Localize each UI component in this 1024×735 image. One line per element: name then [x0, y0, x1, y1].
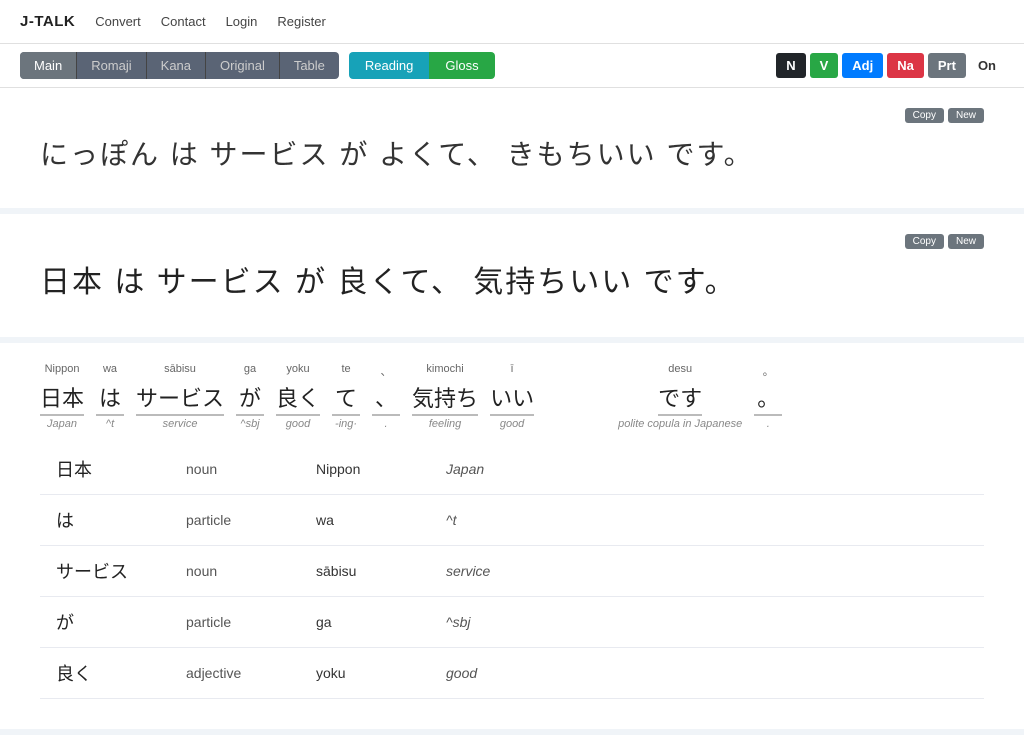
word-gloss: service — [430, 545, 984, 596]
word-romaji: ga — [300, 596, 430, 647]
new-btn-2[interactable]: New — [948, 234, 984, 249]
view-tabs: Main Romaji Kana Original Table — [20, 52, 339, 79]
kanji-section: Copy New 日本 は サービス が 良くて、 気持ちいい です。 — [0, 214, 1024, 343]
word-gloss: ^t — [430, 494, 984, 545]
token-sabisu: sābisu サービス service — [136, 363, 224, 436]
token-spacer — [546, 371, 606, 436]
tab-romaji[interactable]: Romaji — [77, 52, 146, 79]
word-pos: particle — [170, 596, 300, 647]
token-comma: 、 、 . — [372, 363, 400, 436]
table-row: 良く adjective yoku good — [40, 647, 984, 698]
mode-reading[interactable]: Reading — [349, 52, 429, 79]
nav-login[interactable]: Login — [226, 14, 258, 29]
word-kanji: が — [40, 596, 170, 647]
token-wa: wa は ^t — [96, 363, 124, 436]
pos-adj-btn[interactable]: Adj — [842, 53, 883, 78]
tab-original[interactable]: Original — [206, 52, 280, 79]
kanji-text: 日本 は サービス が 良くて、 気持ちいい です。 — [40, 259, 984, 307]
table-row: が particle ga ^sbj — [40, 596, 984, 647]
word-pos: particle — [170, 494, 300, 545]
new-btn-1[interactable]: New — [948, 108, 984, 123]
token-kimochi: kimochi 気持ち feeling — [412, 363, 478, 436]
word-pos: noun — [170, 444, 300, 495]
copy-btn-2[interactable]: Copy — [905, 234, 944, 249]
copy-row-1: Copy New — [40, 108, 984, 123]
word-gloss: good — [430, 647, 984, 698]
table-row: 日本 noun Nippon Japan — [40, 444, 984, 495]
nav-register[interactable]: Register — [277, 14, 325, 29]
toolbar: Main Romaji Kana Original Table Reading … — [0, 44, 1024, 88]
pos-na-btn[interactable]: Na — [887, 53, 924, 78]
word-kanji: 日本 — [40, 444, 170, 495]
token-te: te て -ing· — [332, 363, 360, 436]
pos-verb-btn[interactable]: V — [810, 53, 839, 78]
pos-on-btn[interactable]: On — [970, 53, 1004, 78]
word-pos: adjective — [170, 647, 300, 698]
tab-kana[interactable]: Kana — [147, 52, 206, 79]
table-row: は particle wa ^t — [40, 494, 984, 545]
word-kanji: 良く — [40, 647, 170, 698]
word-table: 日本 noun Nippon Japan は particle wa ^t サー… — [40, 444, 984, 699]
word-romaji: wa — [300, 494, 430, 545]
hiragana-text: にっぽん は サービス が よくて、 きもちいい です。 — [40, 133, 984, 178]
pos-prt-btn[interactable]: Prt — [928, 53, 966, 78]
token-ga: ga が ^sbj — [236, 363, 264, 436]
brand-logo: J-TALK — [20, 13, 75, 30]
copy-btn-1[interactable]: Copy — [905, 108, 944, 123]
word-pos: noun — [170, 545, 300, 596]
token-yoku: yoku 良く good — [276, 363, 320, 436]
main-content: Copy New にっぽん は サービス が よくて、 きもちいい です。 Co… — [0, 88, 1024, 735]
word-romaji: Nippon — [300, 444, 430, 495]
word-kanji: は — [40, 494, 170, 545]
tab-main[interactable]: Main — [20, 52, 77, 79]
token-ii: ī いい good — [490, 363, 534, 436]
word-gloss: ^sbj — [430, 596, 984, 647]
copy-row-2: Copy New — [40, 234, 984, 249]
mode-buttons: Reading Gloss — [349, 52, 495, 79]
mode-gloss[interactable]: Gloss — [429, 52, 494, 79]
word-kanji: サービス — [40, 545, 170, 596]
word-romaji: sābisu — [300, 545, 430, 596]
pos-filter-group: N V Adj Na Prt On — [776, 53, 1004, 78]
breakdown-section: Nippon 日本 Japan wa は ^t sābisu サービス serv… — [0, 343, 1024, 735]
table-row: サービス noun sābisu service — [40, 545, 984, 596]
hiragana-section: Copy New にっぽん は サービス が よくて、 きもちいい です。 — [0, 88, 1024, 214]
token-analysis-row: Nippon 日本 Japan wa は ^t sābisu サービス serv… — [40, 363, 984, 436]
tab-table[interactable]: Table — [280, 52, 339, 79]
token-nippon: Nippon 日本 Japan — [40, 363, 84, 436]
word-gloss: Japan — [430, 444, 984, 495]
pos-noun-btn[interactable]: N — [776, 53, 805, 78]
nav-convert[interactable]: Convert — [95, 14, 141, 29]
token-period: 。 。 . — [754, 363, 782, 436]
nav-contact[interactable]: Contact — [161, 14, 206, 29]
word-romaji: yoku — [300, 647, 430, 698]
token-desu: desu です polite copula in Japanese — [618, 363, 742, 436]
navbar: J-TALK Convert Contact Login Register — [0, 0, 1024, 44]
